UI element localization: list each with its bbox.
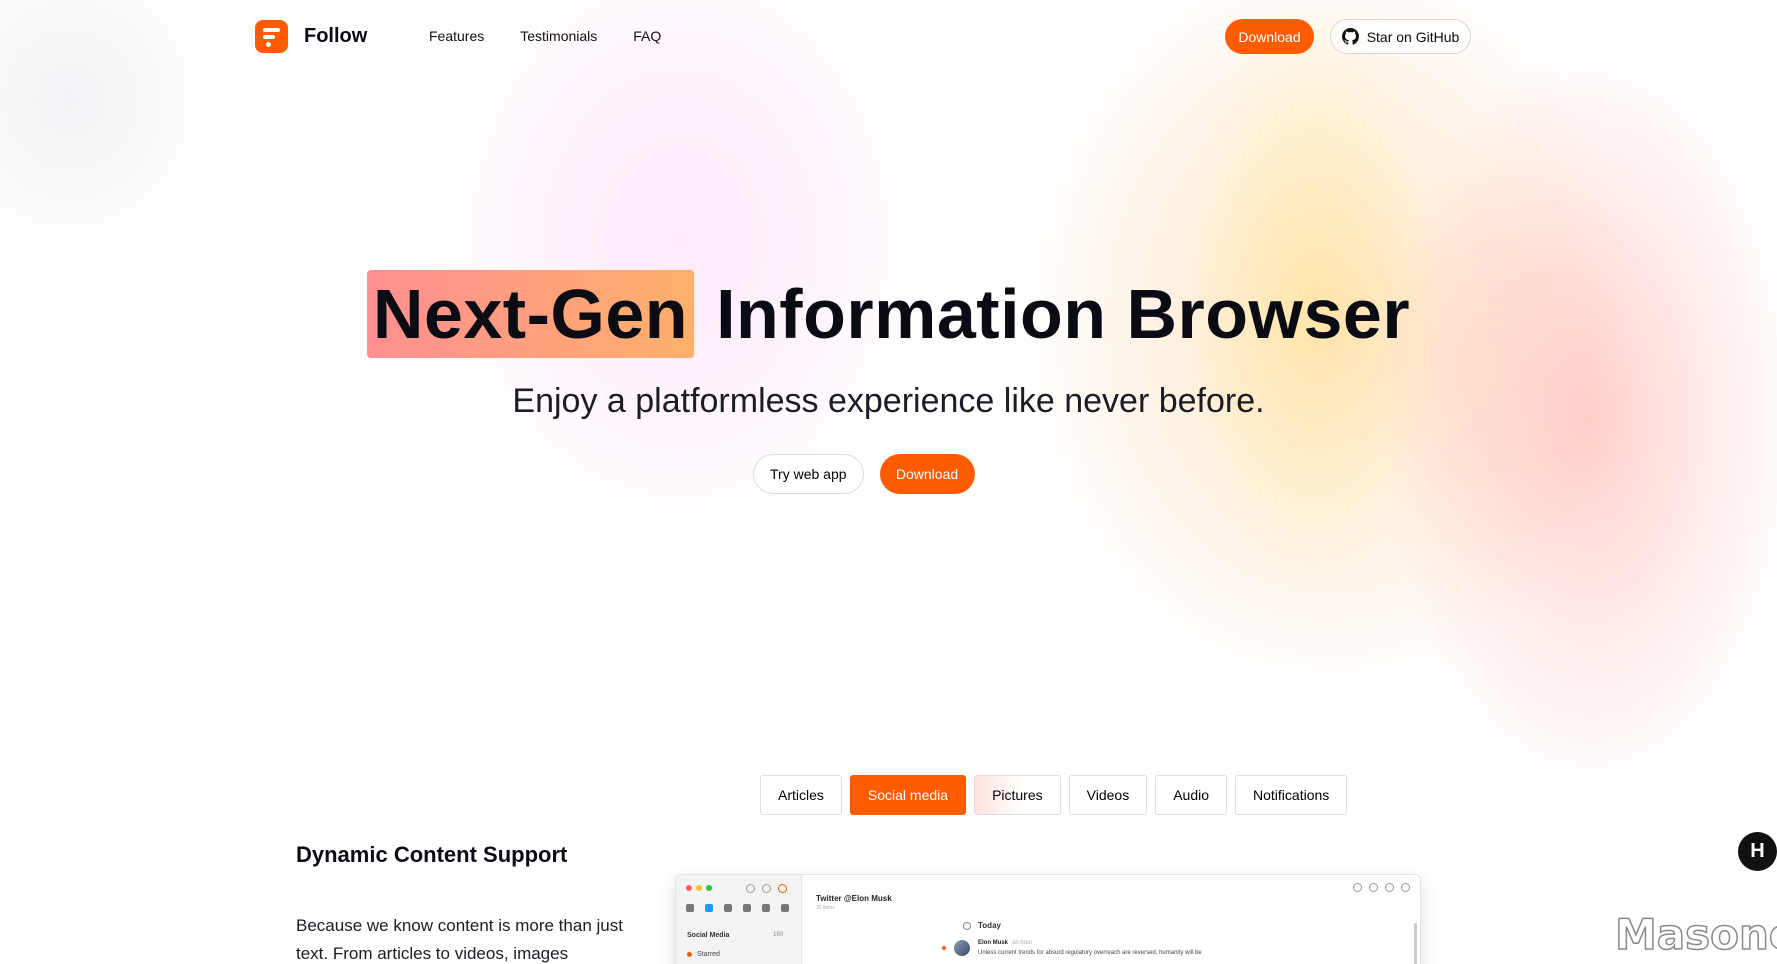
picture-icon [724,904,732,912]
notification-icon [781,904,789,912]
hero-title: Next-Gen Information Browser [0,270,1777,358]
preview-toolbar-refresh-icon [1369,883,1378,892]
brand-logo[interactable]: Follow [255,20,367,53]
hero-title-rest: Information Browser [716,275,1411,353]
hero-cta-row: Try web app Download [753,454,975,494]
post-body: Unless current trends for absurd regulat… [978,950,1202,956]
preview-scrollbar [1414,923,1417,964]
follow-logo-icon [255,20,288,53]
tab-articles[interactable]: Articles [760,775,842,815]
section-body: Because we know content is more than jus… [296,916,623,963]
post-time: an hour [1012,940,1033,946]
preview-toolbar [1353,883,1410,892]
preview-sidebar-count: 190 [773,932,784,938]
starred-dot-icon [687,952,692,957]
content-type-tabs: Articles Social media Pictures Videos Au… [760,775,1348,815]
tab-audio[interactable]: Audio [1155,775,1228,815]
tab-social-media[interactable]: Social media [849,775,967,815]
app-preview: Social Media 190 Starred Twitter @Elon M… [675,874,1421,964]
hero-download-button[interactable]: Download [879,454,975,494]
preview-sidebar-label: Social Media [687,932,730,939]
floating-assistant-button[interactable]: H [1738,832,1777,871]
preview-add-icon [762,884,771,893]
hero-title-highlight: Next-Gen [366,270,695,358]
hero-subtitle: Enjoy a platformless experience like nev… [512,382,1265,420]
nav-links: Features Testimonials FAQ [429,28,661,44]
preview-today-header: Today [963,921,1001,930]
today-icon [963,921,971,930]
section-title: Dynamic Content Support [296,842,568,867]
unread-dot-icon [942,946,946,950]
try-web-app-button[interactable]: Try web app [753,454,864,494]
preview-starred-item: Starred [687,951,720,958]
nav-link-faq[interactable]: FAQ [633,28,661,44]
preview-search-icon [746,884,755,893]
article-icon [686,904,694,912]
watermark: Masone [1614,909,1777,960]
post-author: Elon Musk an hour [978,940,1033,946]
tab-pictures[interactable]: Pictures [974,775,1061,815]
github-star-button[interactable]: Star on GitHub [1330,19,1471,54]
video-icon [743,904,751,912]
window-controls [686,885,712,891]
post-avatar [954,940,970,956]
github-icon [1341,28,1359,45]
brand-name: Follow [304,25,368,47]
preview-category-icons [686,904,789,912]
preview-sidebar: Social Media 190 Starred [676,875,802,964]
preview-post: Elon Musk an hour Unless current trends f… [942,940,1202,956]
preview-starred-label: Starred [697,951,720,958]
preview-today-label: Today [978,921,1001,930]
preview-toolbar-check-icon [1401,883,1410,892]
preview-avatar-icon [778,884,787,893]
github-star-label: Star on GitHub [1366,28,1460,45]
nav-link-features[interactable]: Features [429,28,484,44]
twitter-icon [705,904,713,912]
nav-download-button[interactable]: Download [1225,19,1314,54]
preview-feed-meta: 20 items [816,905,835,911]
nav-link-testimonials[interactable]: Testimonials [520,28,597,44]
tab-videos[interactable]: Videos [1068,775,1148,815]
preview-toolbar-search-icon [1353,883,1362,892]
preview-feed-title: Twitter @Elon Musk [816,894,892,903]
preview-toolbar-circle-icon [1385,883,1394,892]
audio-icon [762,904,770,912]
tab-notifications[interactable]: Notifications [1235,775,1348,815]
top-nav: Follow Features Testimonials FAQ Downloa… [0,0,1777,74]
